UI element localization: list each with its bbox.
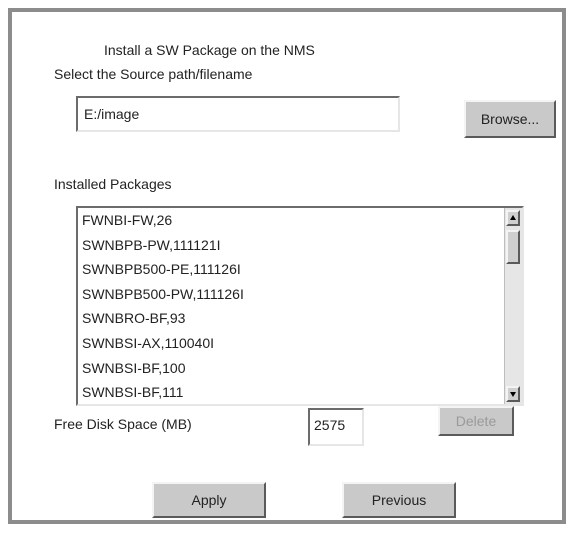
apply-button[interactable]: Apply [152,482,266,518]
list-item[interactable]: SWNBPB500-PW,111126I [82,282,504,307]
source-path-input[interactable] [76,96,400,132]
list-item[interactable]: SWNBRO-BF,93 [82,306,504,331]
free-disk-space-value: 2575 [308,408,364,446]
list-item[interactable]: SWNBPB-PW,111121I [82,233,504,258]
package-list-items: FWNBI-FW,26 SWNBPB-PW,111121I SWNBPB500-… [78,208,504,404]
arrow-up-icon [510,215,516,220]
arrow-down-icon [510,392,516,397]
scroll-up-button[interactable] [506,210,520,226]
list-item[interactable]: SWNBSI-AX,110040I [82,331,504,356]
install-package-dialog: Install a SW Package on the NMS Select t… [8,8,566,524]
installed-packages-label: Installed Packages [54,176,172,192]
source-path-label: Select the Source path/filename [54,66,253,82]
scroll-down-button[interactable] [506,386,520,402]
list-item[interactable]: SWNBSI-BF,100 [82,356,504,381]
free-disk-space-label: Free Disk Space (MB) [54,416,192,432]
list-item[interactable]: SWNBPB500-PE,111126I [82,257,504,282]
dialog-title: Install a SW Package on the NMS [104,42,315,58]
list-item[interactable]: SWNBSI-BF,111 [82,380,504,404]
delete-button[interactable]: Delete [438,406,514,436]
installed-packages-list[interactable]: FWNBI-FW,26 SWNBPB-PW,111121I SWNBPB500-… [76,206,524,406]
previous-button[interactable]: Previous [342,482,456,518]
vertical-scrollbar[interactable] [504,208,522,404]
browse-button[interactable]: Browse... [464,100,556,138]
scrollbar-thumb[interactable] [506,230,520,264]
list-item[interactable]: FWNBI-FW,26 [82,208,504,233]
